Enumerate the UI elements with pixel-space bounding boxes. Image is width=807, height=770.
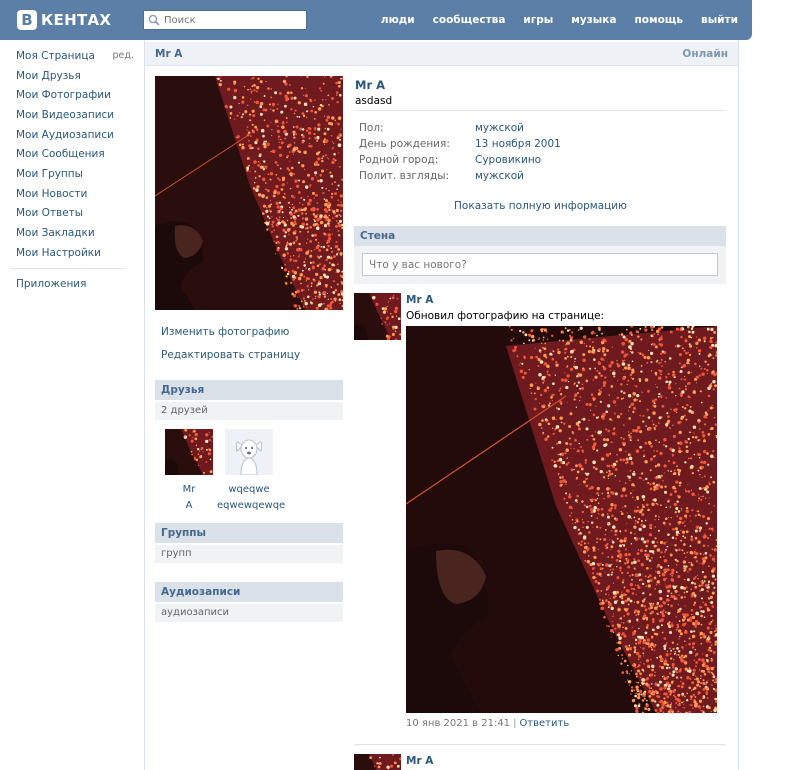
nav-music[interactable]: музыка bbox=[571, 14, 616, 26]
logo-text: КЕНТАХ bbox=[41, 11, 112, 29]
info-value[interactable]: мужской bbox=[475, 170, 524, 186]
sidebar-item-audio[interactable]: Мои Аудиозаписи bbox=[16, 129, 114, 141]
profile-photo-image bbox=[155, 76, 343, 310]
edit-link[interactable]: ред. bbox=[113, 50, 134, 61]
nav-logout[interactable]: выйти bbox=[701, 14, 738, 26]
info-label: Пол: bbox=[359, 122, 384, 134]
left-sidebar: Моя Страница ред. Мои Друзья Мои Фотогра… bbox=[10, 46, 134, 294]
groups-block-title[interactable]: Группы bbox=[155, 523, 343, 543]
info-row-gender: Пол: мужской bbox=[359, 122, 719, 138]
next-post-avatar[interactable] bbox=[354, 754, 401, 770]
wall-composer bbox=[354, 246, 726, 284]
online-status: Онлайн bbox=[682, 48, 728, 60]
sidebar-item-photos[interactable]: Мои Фотографии bbox=[16, 89, 111, 101]
sidebar-item-friends[interactable]: Мои Друзья bbox=[16, 70, 81, 82]
friend-item[interactable]: Mr A bbox=[157, 429, 221, 514]
groups-sub: групп bbox=[155, 545, 343, 563]
logo-icon: В bbox=[17, 10, 37, 30]
post-separator: | bbox=[513, 718, 517, 729]
info-label: Полит. взгляды: bbox=[359, 170, 450, 182]
post-text: Обновил фотографию на странице: bbox=[406, 310, 605, 322]
nav-help[interactable]: помощь bbox=[635, 14, 684, 26]
nav-games[interactable]: игры bbox=[523, 14, 553, 26]
info-label: День рождения: bbox=[359, 138, 450, 150]
audio-block-title[interactable]: Аудиозаписи bbox=[155, 582, 343, 602]
info-row-birthday: День рождения: 13 ноября 2001 bbox=[359, 138, 719, 154]
info-value[interactable]: 13 ноября 2001 bbox=[475, 138, 561, 154]
sidebar-item-apps[interactable]: Приложения bbox=[16, 278, 86, 290]
post-divider bbox=[354, 744, 726, 745]
profile-photo[interactable] bbox=[155, 76, 343, 310]
sidebar-item-my-page[interactable]: Моя Страница bbox=[16, 50, 95, 62]
profile-info: Пол: мужской День рождения: 13 ноября 20… bbox=[359, 122, 719, 186]
friends-count[interactable]: 2 друзей bbox=[155, 402, 343, 420]
sidebar-divider bbox=[10, 267, 125, 269]
friend-name[interactable]: Mr A bbox=[157, 482, 221, 514]
wall-title[interactable]: Стена bbox=[354, 226, 726, 246]
nav-communities[interactable]: сообщества bbox=[433, 14, 506, 26]
info-value[interactable]: Суровикино bbox=[475, 154, 541, 170]
info-row-hometown: Родной город: Суровикино bbox=[359, 154, 719, 170]
search-icon bbox=[148, 14, 160, 26]
wall-post-input[interactable] bbox=[362, 253, 718, 276]
sidebar-item-answers[interactable]: Мои Ответы bbox=[16, 207, 83, 219]
profile-header-bar: Mr A Онлайн bbox=[145, 42, 738, 66]
change-photo-link[interactable]: Изменить фотографию bbox=[161, 326, 289, 338]
top-header: В КЕНТАХ люди сообщества игры музыка пом… bbox=[0, 0, 752, 40]
profile-panel: Mr A Онлайн Изменить фотографию Редактир… bbox=[144, 40, 739, 770]
default-dog-avatar-icon bbox=[225, 429, 273, 475]
post-date[interactable]: 10 янв 2021 в 21:41 bbox=[406, 718, 510, 729]
friends-block-title[interactable]: Друзья bbox=[155, 380, 343, 400]
post-photo[interactable] bbox=[406, 326, 717, 713]
post-author-name[interactable]: Mr A bbox=[406, 294, 433, 306]
friend-item[interactable]: wqeqwe eqwewqewqe bbox=[217, 429, 285, 514]
friend-name[interactable]: wqeqwe eqwewqewqe bbox=[217, 482, 285, 514]
sidebar-item-messages[interactable]: Мои Сообщения bbox=[16, 148, 105, 160]
audio-sub: аудиозаписи bbox=[155, 604, 343, 622]
site-logo[interactable]: В КЕНТАХ bbox=[17, 8, 111, 32]
header-profile-name: Mr A bbox=[155, 48, 183, 60]
nav-people[interactable]: люди bbox=[381, 14, 415, 26]
post-author-avatar[interactable] bbox=[354, 293, 401, 340]
sidebar-item-settings[interactable]: Мои Настройки bbox=[16, 247, 101, 259]
sidebar-item-bookmarks[interactable]: Мои Закладки bbox=[16, 227, 95, 239]
post-meta: 10 янв 2021 в 21:41 | Ответить bbox=[406, 718, 569, 729]
search-box[interactable] bbox=[143, 10, 307, 30]
show-full-info-link[interactable]: Показать полную информацию bbox=[355, 200, 726, 212]
profile-status[interactable]: asdasd bbox=[355, 95, 392, 107]
top-nav: люди сообщества игры музыка помощь выйти bbox=[363, 0, 738, 40]
sidebar-item-news[interactable]: Мои Новости bbox=[16, 188, 87, 200]
friend-avatar[interactable] bbox=[225, 429, 273, 475]
edit-page-link[interactable]: Редактировать страницу bbox=[161, 349, 300, 361]
next-post-author-name[interactable]: Mr A bbox=[406, 755, 433, 767]
divider bbox=[355, 110, 726, 111]
info-label: Родной город: bbox=[359, 154, 439, 166]
sidebar-item-groups[interactable]: Мои Группы bbox=[16, 168, 83, 180]
post-reply-link[interactable]: Ответить bbox=[519, 718, 569, 729]
info-row-political: Полит. взгляды: мужской bbox=[359, 170, 719, 186]
search-input[interactable] bbox=[164, 12, 294, 28]
sidebar-item-videos[interactable]: Мои Видеозаписи bbox=[16, 109, 114, 121]
profile-name: Mr A bbox=[355, 78, 386, 92]
friend-avatar[interactable] bbox=[165, 429, 213, 475]
post-photo-image bbox=[406, 326, 717, 713]
info-value[interactable]: мужской bbox=[475, 122, 524, 138]
